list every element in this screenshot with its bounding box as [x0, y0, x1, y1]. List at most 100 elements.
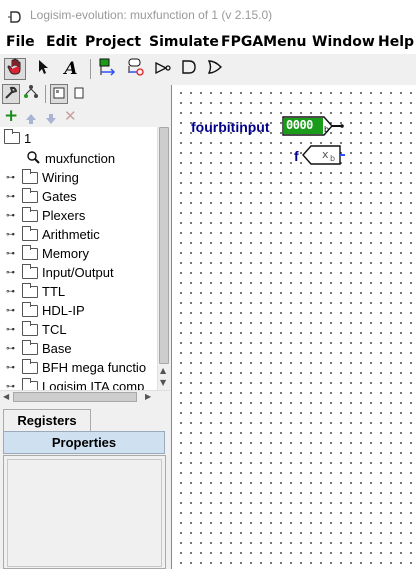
scrollbar-thumb[interactable] [159, 127, 169, 364]
toolbox-view-button[interactable] [2, 84, 20, 104]
tree-library-item[interactable]: ⊶ HDL-IP [0, 301, 157, 320]
expand-handle-icon[interactable]: ⊶ [6, 324, 15, 335]
input-pin-fourbitinput[interactable]: 0000 b [282, 116, 346, 140]
folder-icon [22, 339, 38, 355]
appearance-button[interactable] [70, 84, 88, 104]
tree-library-label: Input/Output [42, 265, 114, 280]
select-tool-button[interactable] [32, 58, 54, 80]
tree-library-item[interactable]: ⊶ Input/Output [0, 263, 157, 282]
tree-library-label: TCL [42, 322, 67, 337]
expand-handle-icon[interactable]: ⊶ [6, 362, 15, 373]
input-pin-radix: b [324, 125, 330, 134]
add-circuit-icon[interactable]: + [4, 108, 18, 125]
expand-handle-icon[interactable]: ⊶ [6, 210, 15, 221]
tree-vertical-scrollbar[interactable]: ▲ ▼ [157, 127, 170, 390]
or-gate-icon [207, 59, 223, 79]
input-pin-label: fourbitinput [191, 119, 270, 135]
tree-library-item[interactable]: ⊶ TCL [0, 320, 157, 339]
scroll-right-arrow-icon[interactable]: ▶ [145, 392, 151, 401]
tree-root-label: 1 [24, 130, 32, 146]
and-gate-tool-button[interactable] [178, 58, 200, 80]
tree-library-label: Gates [42, 189, 77, 204]
arrow-icon [37, 59, 49, 79]
scroll-left-arrow-icon[interactable]: ◀ [3, 392, 9, 401]
toolbar-separator [45, 85, 46, 103]
scroll-up-arrow-icon[interactable]: ▲ [160, 366, 166, 375]
folder-icon [22, 358, 38, 374]
tree-library-item[interactable]: ⊶ TTL [0, 282, 157, 301]
tree-library-item[interactable]: ⊶ Gates [0, 187, 157, 206]
menu-bar: File Edit Project Simulate FPGAMenu Wind… [0, 32, 416, 54]
tool-bar: A [0, 55, 416, 85]
tree-library-item[interactable]: ⊶ Wiring [0, 168, 157, 187]
circuit-canvas[interactable]: fourbitinput 0000 b f x b [171, 85, 416, 569]
tree-library-item[interactable]: ⊶ Logisim ITA comp [0, 377, 157, 390]
delete-icon[interactable]: ✕ [64, 107, 77, 125]
project-tree: 1 muxfunction ⊶ Wiring ⊶ Gates ⊶ Plexers ⊶ Arit… [0, 127, 157, 390]
expand-handle-icon[interactable]: ⊶ [6, 381, 15, 390]
tree-library-label: BFH mega functio [42, 360, 147, 375]
simulation-tree-button[interactable] [22, 84, 40, 104]
tree-horizontal-scrollbar[interactable]: ◀ ▶ [0, 390, 170, 403]
scrollbar-thumb[interactable] [13, 392, 137, 402]
scroll-down-arrow-icon[interactable]: ▼ [160, 378, 166, 387]
input-pin-tool-button[interactable] [96, 58, 118, 80]
tree-library-item[interactable]: ⊶ Base [0, 339, 157, 358]
tree-library-label: Plexers [42, 208, 86, 223]
tab-registers[interactable]: Registers [3, 409, 91, 431]
expand-handle-icon[interactable]: ⊶ [6, 343, 15, 354]
tree-library-label: Memory [42, 246, 89, 261]
expand-handle-icon[interactable]: ⊶ [6, 248, 15, 259]
menu-project[interactable]: Project [85, 34, 141, 50]
wrench-icon [4, 85, 18, 104]
appearance-icon [73, 85, 85, 104]
explorer-toolbar [0, 84, 170, 106]
hand-icon [7, 58, 23, 80]
folder-icon [22, 244, 38, 260]
tree-library-label: Base [42, 341, 72, 356]
expand-handle-icon[interactable]: ⊶ [6, 305, 15, 316]
tab-properties[interactable]: Properties [3, 431, 165, 454]
expand-handle-icon[interactable]: ⊶ [6, 172, 15, 183]
output-pin-tool-button[interactable] [124, 58, 146, 80]
tree-item-muxfunction[interactable]: muxfunction [0, 149, 157, 168]
not-gate-tool-button[interactable] [152, 58, 174, 80]
tree-library-item[interactable]: ⊶ BFH mega functio [0, 358, 157, 377]
output-pin-value: x [322, 148, 329, 161]
not-gate-icon [154, 60, 172, 79]
tree-library-item[interactable]: ⊶ Arithmetic [0, 225, 157, 244]
folder-icon [22, 320, 38, 336]
tree-root[interactable]: 1 [0, 127, 157, 149]
folder-icon [22, 206, 38, 222]
text-tool-button[interactable]: A [60, 58, 82, 80]
menu-fpgamenu[interactable]: FPGAMenu [221, 34, 307, 50]
project-toolbar: + ✕ [0, 107, 170, 127]
expand-handle-icon[interactable]: ⊶ [6, 286, 15, 297]
folder-icon [22, 263, 38, 279]
folder-icon [22, 187, 38, 203]
tree-library-label: Logisim ITA comp [42, 379, 145, 390]
logisim-app-icon [8, 9, 22, 23]
expand-handle-icon[interactable]: ⊶ [6, 267, 15, 278]
output-pin-label: f [294, 148, 299, 164]
expand-handle-icon[interactable]: ⊶ [6, 191, 15, 202]
title-bar: Logisim-evolution: muxfunction of 1 (v 2… [0, 0, 416, 32]
menu-help[interactable]: Help [378, 34, 414, 50]
tree-library-item[interactable]: ⊶ Plexers [0, 206, 157, 225]
main-layout-button[interactable] [50, 84, 68, 104]
expand-handle-icon[interactable]: ⊶ [6, 229, 15, 240]
menu-file[interactable]: File [6, 34, 35, 50]
poke-tool-button[interactable] [4, 58, 26, 80]
menu-window[interactable]: Window [312, 34, 375, 50]
toolbar-separator [90, 59, 91, 79]
tree-library-label: Arithmetic [42, 227, 100, 242]
output-pin-radix: b [330, 154, 336, 163]
output-pin-f[interactable]: x b [302, 144, 346, 170]
menu-simulate[interactable]: Simulate [149, 34, 219, 50]
or-gate-tool-button[interactable] [204, 58, 226, 80]
tree-library-label: TTL [42, 284, 66, 299]
folder-icon [4, 129, 20, 144]
tree-library-item[interactable]: ⊶ Memory [0, 244, 157, 263]
tree-item-label: muxfunction [45, 151, 116, 166]
menu-edit[interactable]: Edit [46, 34, 77, 50]
